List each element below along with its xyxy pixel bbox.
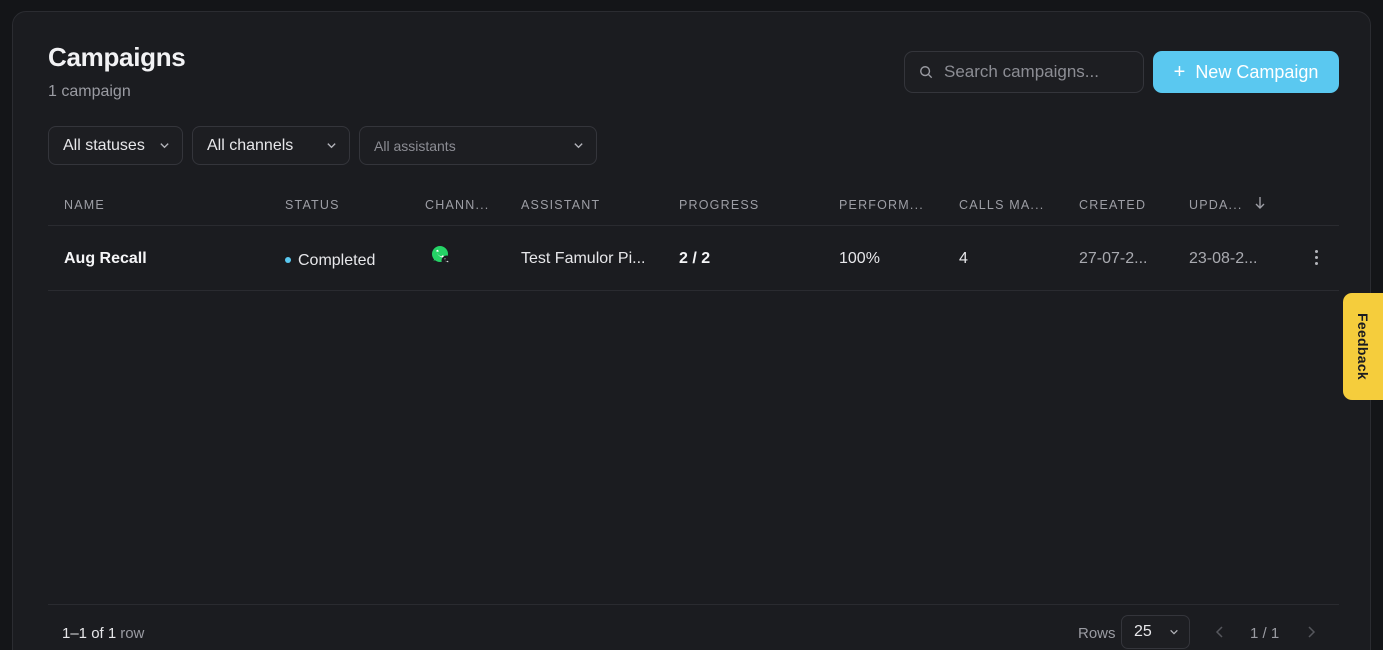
plus-icon: + xyxy=(1173,61,1186,83)
table-header: NAME STATUS CHANN... ASSISTANT PROGRESS … xyxy=(48,184,1339,226)
channel-filter[interactable]: All channels xyxy=(192,126,350,165)
updated-date: 23-08-2... xyxy=(1189,250,1258,267)
search-input[interactable] xyxy=(944,62,1124,82)
status-filter-value: All statuses xyxy=(63,136,145,154)
whatsapp-phone-icon xyxy=(432,246,452,266)
assistant-name: Test Famulor Pi... xyxy=(521,250,646,267)
campaign-name[interactable]: Aug Recall xyxy=(64,250,147,268)
new-campaign-label: New Campaign xyxy=(1195,61,1319,82)
row-range-label: row xyxy=(120,625,145,642)
column-header-updated[interactable]: UPDA... xyxy=(1189,198,1243,212)
performance-value: 100% xyxy=(839,250,880,267)
created-date: 27-07-2... xyxy=(1079,250,1148,267)
chevron-down-icon xyxy=(574,143,583,149)
status-badge: Completed xyxy=(285,252,375,270)
rows-per-page-value: 25 xyxy=(1134,623,1152,640)
status-dot-icon xyxy=(285,256,291,263)
page-title: Campaigns xyxy=(48,42,186,72)
rows-per-page-label: Rows xyxy=(1078,625,1116,642)
channel-filter-value: All channels xyxy=(207,136,294,154)
sort-descending-icon[interactable] xyxy=(1253,195,1267,211)
chevron-down-icon xyxy=(327,143,336,149)
column-header-channel[interactable]: CHANN... xyxy=(425,198,489,212)
assistant-filter[interactable]: All assistants xyxy=(359,126,597,165)
column-header-calls-made[interactable]: CALLS MA... xyxy=(959,198,1044,212)
status-filter[interactable]: All statuses xyxy=(48,126,183,165)
column-header-assistant[interactable]: ASSISTANT xyxy=(521,198,600,212)
calls-made-value: 4 xyxy=(959,250,968,267)
campaigns-panel: Campaigns 1 campaign + New Campaign All … xyxy=(12,11,1371,650)
column-header-name[interactable]: NAME xyxy=(64,198,105,212)
row-menu-icon[interactable] xyxy=(1310,246,1322,268)
chevron-down-icon xyxy=(160,143,169,149)
assistant-filter-value: All assistants xyxy=(374,137,456,154)
column-header-created[interactable]: CREATED xyxy=(1079,198,1146,212)
feedback-label: Feedback xyxy=(1355,313,1371,380)
column-header-progress[interactable]: PROGRESS xyxy=(679,198,759,212)
chevron-down-icon xyxy=(1170,629,1178,635)
campaign-count: 1 campaign xyxy=(48,83,131,100)
row-range-value: 1–1 of 1 xyxy=(62,625,117,642)
chevron-left-icon[interactable] xyxy=(1213,624,1227,640)
search-box[interactable] xyxy=(904,51,1144,93)
feedback-tab[interactable]: Feedback xyxy=(1343,293,1383,400)
chevron-right-icon[interactable] xyxy=(1304,624,1318,640)
progress-value: 2 / 2 xyxy=(679,250,711,267)
table-row[interactable]: Aug Recall Completed Test Famulor Pi... … xyxy=(48,226,1339,291)
search-icon xyxy=(920,66,933,79)
page-indicator: 1 / 1 xyxy=(1250,625,1280,642)
new-campaign-button[interactable]: + New Campaign xyxy=(1153,51,1339,93)
status-text: Completed xyxy=(298,252,376,269)
row-range: 1–1 of 1 row xyxy=(62,625,144,642)
rows-per-page-select[interactable]: 25 xyxy=(1121,615,1190,649)
table-footer: 1–1 of 1 row Rows 25 1 / 1 xyxy=(48,604,1339,650)
column-header-performance[interactable]: PERFORM... xyxy=(839,198,924,212)
column-header-status[interactable]: STATUS xyxy=(285,198,340,212)
